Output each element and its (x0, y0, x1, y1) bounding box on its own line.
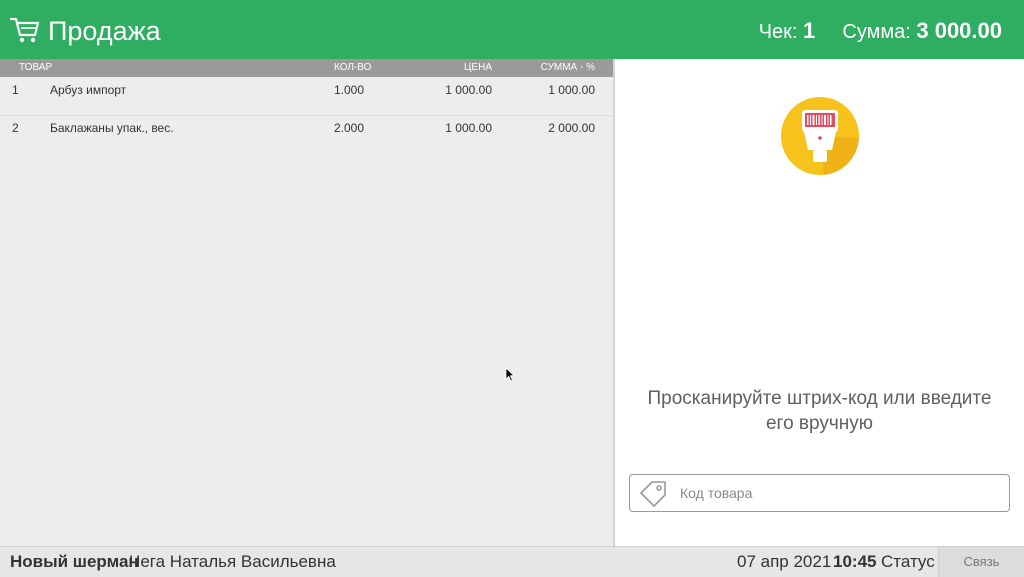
column-header-name: ТОВАР (19, 62, 53, 73)
product-code-field[interactable] (629, 474, 1010, 512)
column-header-price: ЦЕНА (464, 62, 492, 73)
top-bar: Продажа Чек: 1 Сумма: 3 000.00 (0, 0, 1024, 59)
receipt-label: Чек: (758, 21, 798, 43)
receipt-items-panel: ТОВАР КОЛ-ВО ЦЕНА СУММА - % 1 Арбуз импо… (0, 59, 613, 546)
product-code-input[interactable] (680, 475, 1000, 511)
mouse-cursor-icon (505, 367, 515, 382)
row-price: 1 000.00 (445, 83, 492, 97)
table-row[interactable]: 2 Баклажаны упак., вес. 2.000 1 000.00 2… (0, 115, 613, 153)
sum-value: 3 000.00 (916, 18, 1002, 43)
tag-icon (640, 481, 666, 507)
row-number: 2 (12, 121, 19, 135)
row-quantity: 1.000 (334, 83, 365, 97)
store-name: Новый шерман (10, 552, 139, 571)
row-number: 1 (12, 83, 19, 97)
current-date: 07 апр 2021 (737, 552, 832, 571)
row-price: 1 000.00 (445, 121, 492, 135)
receipt-totals: Чек: 1 Сумма: 3 000.00 (759, 16, 1002, 47)
scan-panel: Просканируйте штрих-код или введите его … (615, 59, 1024, 546)
page-title: Продажа (48, 16, 161, 46)
column-header-sum: СУММА - % (540, 62, 595, 73)
barcode-scanner-icon (781, 97, 859, 175)
receipt-number: 1 (803, 18, 816, 43)
row-product-name: Баклажаны упак., вес. (50, 121, 174, 135)
column-header-qty: КОЛ-ВО (334, 62, 372, 73)
cart-icon (10, 17, 40, 43)
scan-prompt: Просканируйте штрих-код или введите его … (647, 388, 992, 434)
row-sum: 2 000.00 (548, 121, 595, 135)
current-time: 10:45 (833, 552, 877, 571)
connection-button[interactable]: Связь (938, 547, 1024, 577)
cashier-name: Чега Наталья Васильевна (129, 552, 336, 571)
table-row[interactable]: 1 Арбуз импорт 1.000 1 000.00 1 000.00 (0, 77, 613, 115)
row-sum: 1 000.00 (548, 83, 595, 97)
table-header: ТОВАР КОЛ-ВО ЦЕНА СУММА - % (0, 59, 613, 77)
row-product-name: Арбуз импорт (50, 83, 127, 97)
row-quantity: 2.000 (334, 121, 365, 135)
status-button[interactable]: Статус (881, 552, 935, 572)
status-bar: Новый шерман Чега Наталья Васильевна 07 … (0, 546, 1024, 577)
sum-label: Сумма: (842, 21, 911, 43)
